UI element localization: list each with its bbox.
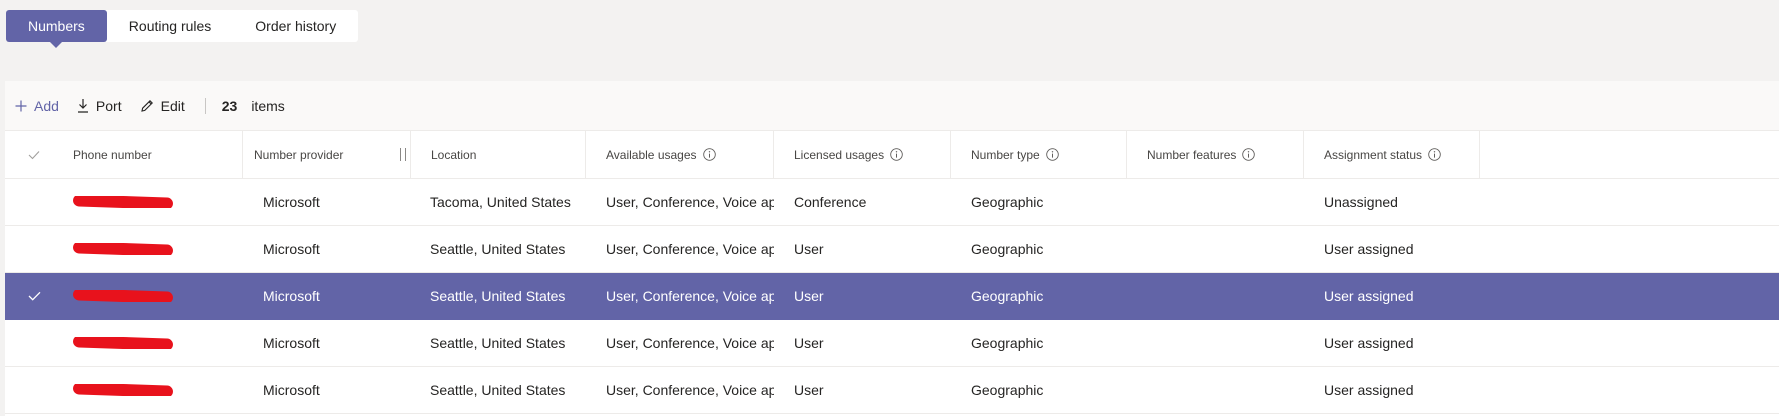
plus-icon [15, 100, 27, 111]
number-provider: Microsoft [263, 335, 320, 351]
phone-number-redacted [63, 290, 243, 302]
redaction-mark [72, 337, 174, 349]
info-icon[interactable] [1428, 148, 1441, 161]
toolbar: Add Port Edit 23 items [5, 81, 1779, 131]
column-header-available-usages[interactable]: Available usages [586, 131, 774, 178]
phone-number-redacted [63, 196, 243, 208]
download-icon [77, 99, 88, 113]
info-icon[interactable] [702, 148, 716, 161]
column-header-phone-number[interactable]: Phone number [63, 131, 243, 178]
number-type: Geographic [971, 335, 1044, 351]
column-label: Phone number [73, 147, 152, 162]
info-icon[interactable] [1242, 148, 1256, 161]
port-label: Port [95, 97, 122, 114]
number-type: Geographic [971, 288, 1044, 304]
column-header-licensed-usages[interactable]: Licensed usages [774, 131, 951, 178]
assignment-status: User assigned [1324, 288, 1414, 304]
port-button[interactable]: Port [77, 98, 122, 114]
tab-numbers[interactable]: Numbers [6, 10, 107, 48]
assignment-status: User assigned [1324, 335, 1414, 351]
table-row[interactable]: Microsoft Seattle, United States User, C… [5, 226, 1779, 273]
available-usages: User, Conference, Voice app [606, 241, 774, 257]
number-provider: Microsoft [263, 194, 320, 210]
location: Tacoma, United States [430, 194, 571, 210]
table-row[interactable]: Microsoft Tacoma, United States User, Co… [5, 179, 1779, 226]
number-provider: Microsoft [263, 241, 320, 257]
column-header-location[interactable]: Location [410, 131, 586, 178]
number-provider: Microsoft [263, 288, 320, 304]
edit-label: Edit [160, 97, 185, 114]
table-row-selected[interactable]: Microsoft Seattle, United States User, C… [5, 273, 1779, 320]
redaction-mark [72, 290, 174, 302]
column-header-number-provider[interactable]: Number provider [243, 131, 410, 178]
edit-button[interactable]: Edit [140, 98, 185, 114]
column-resize-handle[interactable] [400, 148, 406, 161]
column-header-number-type[interactable]: Number type [951, 131, 1127, 178]
number-provider: Microsoft [263, 382, 320, 398]
tab-bar: Numbers Routing rules Order history [6, 10, 359, 48]
assignment-status: Unassigned [1324, 194, 1398, 210]
numbers-panel: Add Port Edit 23 items Phone number Numb… [5, 81, 1779, 416]
item-count-suffix: items [251, 97, 285, 114]
redaction-mark [72, 384, 174, 396]
available-usages: User, Conference, Voice app [606, 194, 774, 210]
assignment-status: User assigned [1324, 241, 1414, 257]
licensed-usages: User [794, 335, 824, 351]
column-header-assignment-status[interactable]: Assignment status [1304, 131, 1480, 178]
licensed-usages: User [794, 241, 824, 257]
toolbar-divider [204, 97, 206, 114]
number-type: Geographic [971, 241, 1044, 257]
row-checkbox[interactable] [5, 291, 63, 301]
info-icon[interactable] [890, 148, 903, 161]
tab-order-history[interactable]: Order history [233, 10, 358, 42]
licensed-usages: User [794, 382, 824, 398]
tab-routing-rules[interactable]: Routing rules [107, 10, 234, 42]
number-type: Geographic [971, 194, 1044, 210]
add-label: Add [34, 97, 59, 114]
assignment-status: User assigned [1324, 382, 1414, 398]
info-icon[interactable] [1045, 148, 1059, 161]
column-label: Licensed usages [794, 147, 885, 162]
select-all-checkbox[interactable] [5, 131, 63, 178]
available-usages: User, Conference, Voice app [606, 382, 774, 398]
table-row[interactable]: Microsoft Seattle, United States User, C… [5, 320, 1779, 367]
add-button[interactable]: Add [15, 98, 59, 114]
checkmark-icon [28, 150, 40, 159]
column-label: Location [431, 147, 477, 162]
table-header: Phone number Number provider Location Av… [5, 131, 1779, 179]
column-header-number-features[interactable]: Number features [1127, 131, 1304, 178]
column-label: Number features [1147, 147, 1237, 162]
phone-number-redacted [63, 243, 243, 255]
phone-number-redacted [63, 337, 243, 349]
location: Seattle, United States [430, 288, 566, 304]
available-usages: User, Conference, Voice app [606, 335, 774, 351]
number-type: Geographic [971, 382, 1044, 398]
checkmark-icon [28, 291, 40, 301]
table-row[interactable]: Microsoft Seattle, United States User, C… [5, 367, 1779, 414]
column-label: Available usages [606, 147, 697, 162]
location: Seattle, United States [430, 241, 566, 257]
location: Seattle, United States [430, 382, 566, 398]
redaction-mark [72, 243, 174, 255]
pencil-icon [140, 99, 153, 112]
column-label: Number provider [254, 147, 344, 162]
available-usages: User, Conference, Voice app [606, 288, 774, 304]
redaction-mark [72, 196, 174, 208]
column-label: Number type [971, 147, 1040, 162]
licensed-usages: User [794, 288, 824, 304]
location: Seattle, United States [430, 335, 566, 351]
column-label: Assignment status [1324, 147, 1423, 162]
phone-number-redacted [63, 384, 243, 396]
item-count: 23 [221, 97, 238, 114]
licensed-usages: Conference [794, 194, 867, 210]
